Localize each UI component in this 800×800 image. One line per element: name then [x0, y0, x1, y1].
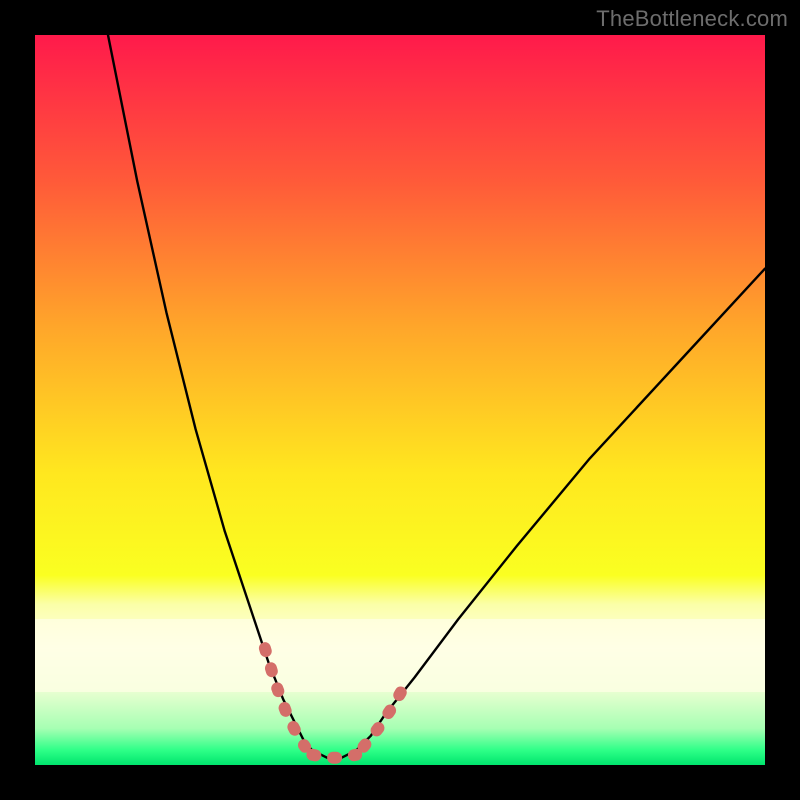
- pale-band: [35, 619, 765, 692]
- plot-area: [35, 35, 765, 765]
- chart-svg: [35, 35, 765, 765]
- watermark-text: TheBottleneck.com: [596, 6, 788, 32]
- valley-marker-1: [312, 755, 356, 758]
- chart-frame: TheBottleneck.com: [0, 0, 800, 800]
